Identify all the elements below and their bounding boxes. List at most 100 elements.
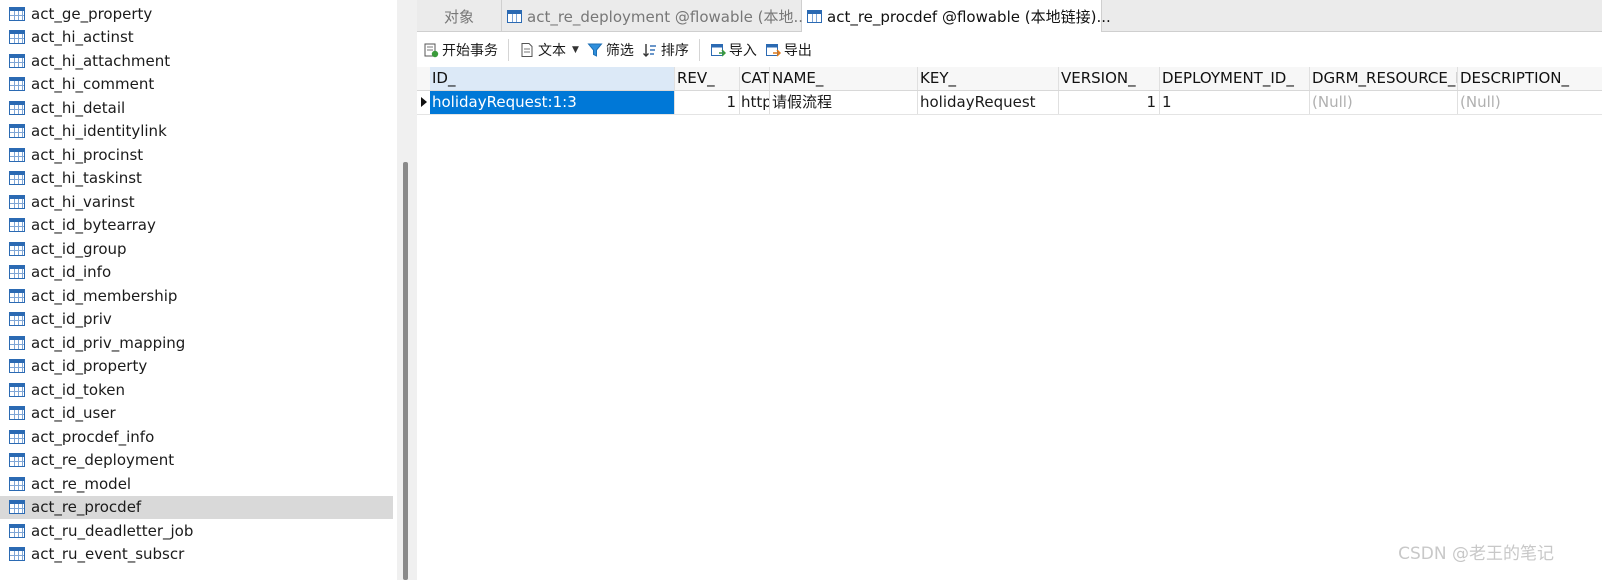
tab-label: act_re_procdef @flowable (本地链接)... (827, 7, 1111, 26)
table-icon (9, 6, 25, 21)
table-icon (9, 30, 25, 44)
document-icon (521, 43, 533, 57)
filter-button[interactable]: 筛选 (585, 37, 640, 63)
sidebar-scrollbar-thumb[interactable] (403, 162, 408, 580)
table-icon (9, 194, 25, 209)
sidebar-table-item[interactable]: act_hi_identitylink (0, 120, 393, 143)
table-icon (9, 77, 25, 91)
table-icon (9, 429, 25, 444)
table-icon (9, 265, 25, 279)
column-header-dgrm-resource-name[interactable]: DGRM_RESOURCE_NAME_ (1310, 67, 1458, 90)
sidebar-table-label: act_re_deployment (31, 451, 175, 469)
text-view-button[interactable]: 文本 ▼ (513, 37, 585, 63)
table-icon (9, 241, 25, 256)
table-icon (9, 53, 25, 68)
chevron-down-icon[interactable]: ▼ (572, 45, 579, 55)
table-icon (9, 382, 25, 397)
toolbar-divider (508, 39, 509, 61)
transaction-icon (424, 43, 439, 58)
import-icon (710, 44, 726, 57)
sidebar-table-item[interactable]: act_id_token (0, 378, 393, 401)
export-button[interactable]: 导出 (763, 37, 818, 63)
column-header-description[interactable]: DESCRIPTION_ (1458, 67, 1602, 90)
sidebar-table-item[interactable]: act_id_info (0, 261, 393, 284)
sidebar-table-item[interactable]: act_hi_procinst (0, 143, 393, 166)
sidebar-table-item[interactable]: act_id_bytearray (0, 214, 393, 237)
sidebar-table-label: act_id_user (31, 404, 116, 422)
cell-description[interactable]: (Null) (1458, 91, 1602, 114)
sidebar-table-label: act_hi_comment (31, 75, 155, 93)
sidebar-table-item[interactable]: act_ru_deadletter_job (0, 519, 393, 542)
sidebar-table-label: act_id_property (31, 357, 148, 375)
table-row[interactable]: holidayRequest:1:3 1 http://www.flowable… (417, 91, 1602, 115)
sidebar-table-item[interactable]: act_hi_detail (0, 96, 393, 119)
sidebar-table-item[interactable]: act_re_model (0, 472, 393, 495)
sidebar-table-item[interactable]: act_id_priv (0, 308, 393, 331)
table-icon (9, 335, 25, 350)
sidebar-table-item[interactable]: act_hi_taskinst (0, 167, 393, 190)
sidebar-table-item[interactable]: act_procdef_info (0, 425, 393, 448)
sidebar-table-item[interactable]: act_ru_event_subscr (0, 543, 393, 566)
import-button[interactable]: 导入 (704, 37, 763, 63)
sidebar-table-item[interactable]: act_id_user (0, 402, 393, 425)
table-icon (9, 453, 25, 467)
tab-act-re-deployment[interactable]: act_re_deployment @flowable (本地... (502, 0, 808, 32)
sidebar-table-item[interactable]: act_id_priv_mapping (0, 331, 393, 354)
table-icon (9, 171, 25, 185)
sidebar-table-item[interactable]: act_hi_varinst (0, 190, 393, 213)
sidebar-table-label: act_id_priv (31, 310, 112, 328)
cell-key[interactable]: holidayRequest (918, 91, 1059, 114)
grid-toolbar: 开始事务 文本 ▼ 筛选 排序 导入 导出 (417, 33, 1602, 67)
sidebar-table-item[interactable]: act_id_property (0, 355, 393, 378)
table-icon (9, 312, 25, 326)
sidebar-table-label: act_id_bytearray (31, 216, 156, 234)
table-list-sidebar: act_ge_property act_hi_actinst act_hi_atta… (0, 0, 397, 580)
tab-label: 对象 (443, 7, 474, 26)
table-icon (9, 147, 25, 162)
tab-objects[interactable]: 对象 (417, 0, 502, 32)
table-icon (9, 406, 25, 420)
toolbar-divider (698, 39, 700, 61)
sidebar-table-label: act_hi_identitylink (31, 122, 167, 140)
tab-label: act_re_deployment @flowable (本地... (527, 7, 808, 26)
sidebar-table-label: act_hi_taskinst (31, 169, 142, 187)
table-icon (9, 124, 25, 138)
column-header-deployment-id[interactable]: DEPLOYMENT_ID_ (1160, 67, 1310, 90)
column-header-name[interactable]: NAME_ (770, 67, 918, 90)
column-header-id[interactable]: ID_ (430, 67, 675, 90)
cell-id[interactable]: holidayRequest:1:3 (430, 91, 675, 114)
column-header-rev[interactable]: REV_ (675, 67, 740, 90)
sidebar-table-label: act_ru_deadletter_job (31, 521, 194, 540)
cell-name[interactable]: 请假流程 (770, 91, 918, 114)
cell-version[interactable]: 1 (1059, 91, 1160, 114)
column-header-category[interactable]: CATEGORY_ (740, 67, 770, 90)
cell-dgrm-resource-name[interactable]: (Null) (1310, 91, 1458, 114)
column-header-key[interactable]: KEY_ (918, 67, 1059, 90)
sidebar-table-item[interactable]: act_ge_property (0, 2, 393, 25)
filter-icon (587, 43, 603, 57)
cell-rev[interactable]: 1 (675, 91, 740, 114)
cell-category[interactable]: http://www.flowable.org/processdef (740, 91, 770, 114)
table-icon (807, 9, 822, 23)
column-header-version[interactable]: VERSION_ (1059, 67, 1160, 90)
table-icon (9, 523, 25, 538)
sidebar-table-item[interactable]: act_hi_comment (0, 73, 393, 96)
begin-transaction-button[interactable]: 开始事务 (417, 37, 504, 63)
sidebar-table-label: act_hi_procinst (31, 145, 144, 164)
sidebar-table-label: act_id_token (31, 380, 125, 399)
sidebar-table-label: act_id_group (31, 239, 127, 258)
tab-act-re-procdef[interactable]: act_re_procdef @flowable (本地链接)... (802, 0, 1111, 32)
sidebar-table-item[interactable]: act_id_group (0, 237, 393, 260)
table-icon (507, 9, 522, 23)
sort-button[interactable]: 排序 (640, 37, 695, 63)
sidebar-table-label: act_hi_attachment (31, 51, 171, 70)
sidebar-table-label: act_id_priv_mapping (31, 333, 186, 352)
sidebar-table-label: act_ge_property (31, 4, 153, 23)
sidebar-table-item[interactable]: act_id_membership (0, 284, 393, 307)
cell-deployment-id[interactable]: 1 (1160, 91, 1310, 114)
sidebar-table-item[interactable]: act_re_procdef (0, 495, 393, 519)
sidebar-table-item[interactable]: act_hi_attachment (0, 49, 393, 72)
tab-bar: 对象 act_re_deployment @flowable (本地... ac… (417, 0, 1602, 32)
sidebar-table-item[interactable]: act_hi_actinst (0, 26, 393, 49)
sidebar-table-item[interactable]: act_re_deployment (0, 449, 393, 472)
